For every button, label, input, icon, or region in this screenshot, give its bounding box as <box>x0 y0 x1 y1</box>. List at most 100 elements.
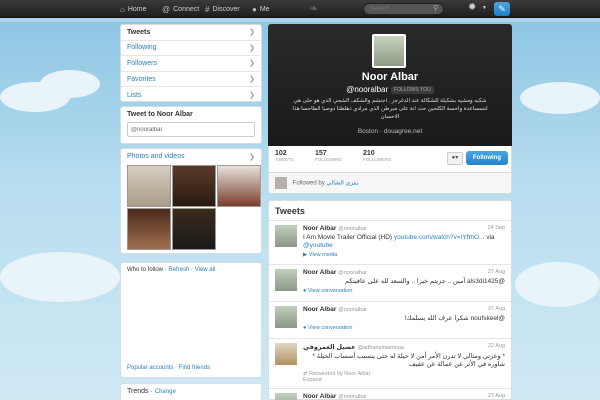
tweet-item[interactable]: عضيل الغمروفي @adhanalmamoaa 22 Aug * وع… <box>269 339 511 389</box>
photos-title[interactable]: Photos and videos ❯ <box>127 153 255 161</box>
profile-header: Noor Albar @nooralbar FOLLOWS YOU شكيه وم… <box>268 24 512 146</box>
photo-thumbnail[interactable] <box>172 208 216 250</box>
tweet-author[interactable]: Noor Albar <box>303 393 336 400</box>
profile-location: Boston · douagree.net <box>357 128 423 135</box>
hashtag-icon: # <box>205 4 210 14</box>
profile-stats: 102 TWEETS 157 FOLLOWING 210 FOLLOWERS ●▾ F… <box>268 146 512 172</box>
tweet-avatar[interactable] <box>275 393 297 400</box>
nav-tweets[interactable]: Tweets ❯ <box>121 25 261 41</box>
tweet-author[interactable]: Noor Albar <box>303 306 336 313</box>
change-trends-link[interactable]: Change <box>155 389 176 395</box>
cloud-decoration <box>515 262 600 307</box>
expand-link[interactable]: Expand <box>303 377 505 383</box>
cloud-decoration <box>40 70 100 98</box>
photo-thumbnail[interactable] <box>217 165 261 207</box>
tweet-date[interactable]: 22 Aug <box>488 343 505 349</box>
search-icon[interactable]: ⚲ <box>433 4 438 12</box>
following-button[interactable]: Following <box>466 151 508 165</box>
tweet-text: @als3di1425 آمين .. جزيتم خيرا .. والسعد… <box>345 278 505 285</box>
follower-avatar[interactable] <box>275 177 287 189</box>
tweet-avatar[interactable] <box>275 306 297 328</box>
tweet-date[interactable]: 24 Sep <box>488 225 505 231</box>
home-icon: ⌂ <box>120 4 125 14</box>
tweet-handle: @nooralbar <box>338 307 367 313</box>
find-friends-link[interactable]: Find friends <box>179 365 210 371</box>
follower-link[interactable]: نمري الشالي <box>326 181 358 187</box>
tweet-avatar[interactable] <box>275 343 297 365</box>
chevron-right-icon: ❯ <box>249 92 255 100</box>
user-actions-dropdown[interactable]: ●▾ <box>447 152 463 165</box>
nav-me[interactable]: ● Me <box>252 0 270 18</box>
who-to-follow-header: Who to follow · Refresh · View all <box>127 267 216 273</box>
nav-discover[interactable]: # Discover <box>205 0 240 18</box>
tweet-date[interactable]: 27 Aug <box>488 306 505 312</box>
tweet-item[interactable]: Noor Albar @nooralbar 24 Sep I Am Movie … <box>269 221 511 265</box>
photo-thumbnail[interactable] <box>127 165 171 207</box>
stat-tweets[interactable]: 102 TWEETS <box>275 150 294 162</box>
tweet-date[interactable]: 27 Aug <box>488 393 505 399</box>
tweet-handle: @adhanalmamoaa <box>357 345 405 351</box>
stream-title: Tweets <box>269 201 511 221</box>
tweet-author[interactable]: عضيل الغمروفي <box>303 344 356 351</box>
profile-name: Noor Albar <box>361 71 419 83</box>
follows-you-badge: FOLLOWS YOU <box>391 85 434 94</box>
cloud-decoration <box>520 82 600 114</box>
photo-thumbnail[interactable] <box>127 208 171 250</box>
top-nav-bar: ⌂Home @Connect #Discover ●Me ❧ ⚲ ✹ ▼ ✎ <box>0 0 600 18</box>
profile-avatar[interactable] <box>372 34 406 68</box>
tweet-author[interactable]: Noor Albar <box>303 225 336 232</box>
chevron-right-icon: ❯ <box>249 154 255 161</box>
tweet-to-input[interactable] <box>127 122 255 137</box>
chevron-right-icon: ❯ <box>249 76 255 84</box>
compose-icon: ✎ <box>498 4 506 14</box>
profile-bio: شكيه ومشيه بشكيلة للشكالة عند الدغرجز . … <box>292 98 488 120</box>
nav-home[interactable]: ⌂ Home <box>120 0 147 18</box>
chevron-right-icon: ❯ <box>249 29 255 37</box>
tweet-link[interactable]: youtube.com/watch?v=IYfthO... <box>394 234 485 241</box>
view-media-link[interactable]: ▶ View media <box>303 252 505 258</box>
tweet-item[interactable]: Noor Albar @nooralbar 27 Aug @als3di1425… <box>269 265 511 302</box>
tweet-author[interactable]: Noor Albar <box>303 269 336 276</box>
who-to-follow-footer: Popular accounts · Find friends <box>127 365 211 371</box>
user-icon: ● <box>252 4 257 14</box>
tweet-date[interactable]: 27 Aug <box>488 269 505 275</box>
nav-followers[interactable]: Followers ❯ <box>121 56 261 72</box>
compose-tweet-button[interactable]: ✎ <box>494 2 510 16</box>
tweet-text: @noufskeel شكرا عرف الله يسلمك! <box>404 315 505 322</box>
chevron-right-icon: ❯ <box>249 44 255 52</box>
tweet-text: * وعرتي ومثالي لا تدرن الأمر أمن لا حيلة… <box>312 353 505 368</box>
who-to-follow-box: Who to follow · Refresh · View all Popul… <box>120 262 262 378</box>
via-link[interactable]: @youtube <box>303 242 333 249</box>
tweet-text: I Am Movie Trailer Official (HD) youtube… <box>303 234 495 249</box>
photo-thumbnail[interactable] <box>172 165 216 207</box>
nav-following[interactable]: Following ❯ <box>121 41 261 57</box>
stat-following[interactable]: 157 FOLLOWING <box>315 150 342 162</box>
view-conversation-link[interactable]: ● View conversation <box>303 325 505 331</box>
tweet-avatar[interactable] <box>275 225 297 247</box>
stat-followers[interactable]: 210 FOLLOWERS <box>363 150 391 162</box>
chevron-down-icon[interactable]: ▼ <box>482 5 487 11</box>
view-conversation-link[interactable]: ● View conversation <box>303 288 505 294</box>
view-all-link[interactable]: View all <box>195 267 216 273</box>
nav-lists[interactable]: Lists ❯ <box>121 87 261 103</box>
nav-favorites[interactable]: Favorites ❯ <box>121 72 261 88</box>
photos-videos-box: Photos and videos ❯ <box>120 148 262 254</box>
followed-by: Followed by نمري الشالي <box>268 172 512 194</box>
search-input[interactable] <box>363 3 444 15</box>
tweet-avatar[interactable] <box>275 269 297 291</box>
profile-handle: @nooralbar FOLLOWS YOU <box>268 85 512 94</box>
twitter-bird-icon[interactable]: ❧ <box>309 2 318 15</box>
tweet-to-title: Tweet to Noor Albar <box>127 111 193 118</box>
chevron-right-icon: ❯ <box>249 60 255 68</box>
trends-box: Trends · Change <box>120 383 262 400</box>
refresh-link[interactable]: Refresh <box>168 267 189 273</box>
avatar-image <box>374 36 404 66</box>
profile-nav: Tweets ❯ Following ❯ Followers ❯ Favorites ❯… <box>120 24 262 102</box>
gear-icon[interactable]: ✹ <box>468 2 476 13</box>
tweet-to-box: Tweet to Noor Albar <box>120 106 262 144</box>
tweet-item[interactable]: Noor Albar @nooralbar 27 Aug <box>269 389 511 400</box>
nav-connect[interactable]: @ Connect <box>162 0 199 18</box>
tweet-item[interactable]: Noor Albar @nooralbar 27 Aug @noufskeel … <box>269 302 511 339</box>
popular-accounts-link[interactable]: Popular accounts <box>127 365 173 371</box>
tweet-handle: @nooralbar <box>338 394 367 400</box>
